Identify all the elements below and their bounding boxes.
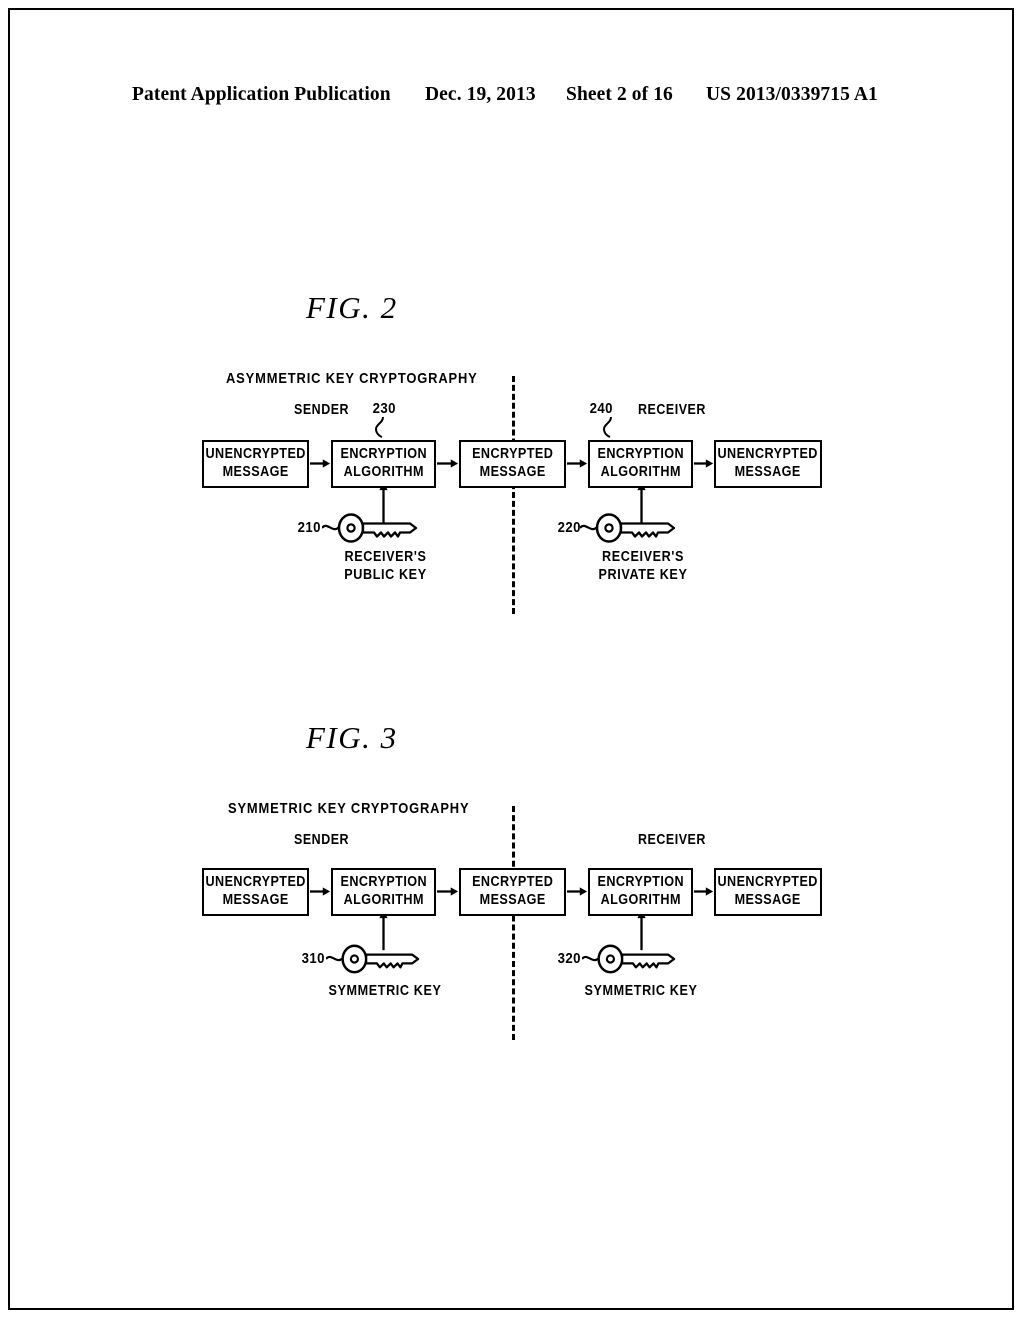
figure-2-ref-240: 240	[589, 400, 613, 417]
figure-2-box-encryption-algorithm-receiver: ENCRYPTION ALGORITHM	[588, 440, 693, 488]
figure-2-arrow-4	[693, 459, 714, 468]
figure-2-box-encryption-algorithm-sender: ENCRYPTION ALGORITHM	[331, 440, 436, 488]
figure-3-box-encryption-algorithm-sender: ENCRYPTION ALGORITHM	[331, 868, 436, 916]
figure-3-caption: FIG. 3	[306, 720, 398, 755]
key-icon-symmetric-key-receiver	[582, 944, 676, 974]
figure-2-ref-210: 210	[297, 519, 321, 536]
figure-2-box-encrypted-message: ENCRYPTED MESSAGE	[459, 440, 566, 488]
publication-date: Dec. 19, 2013	[425, 84, 536, 105]
box-label: UNENCRYPTED MESSAGE	[205, 874, 306, 908]
figure-2-receiver-label: RECEIVER	[638, 402, 706, 418]
figure-3-diagram-title: SYMMETRIC KEY CRYPTOGRAPHY	[228, 800, 470, 817]
figure-2-leader-240	[602, 416, 612, 438]
key-icon-receivers-public-key	[322, 513, 418, 543]
figure-2-sender-label: SENDER	[294, 402, 350, 418]
figure-2-key-caption-sender: RECEIVER'S PUBLIC KEY	[344, 549, 427, 584]
figure-3-arrow-3	[566, 887, 588, 896]
box-label: ENCRYPTED MESSAGE	[471, 446, 554, 480]
figure-3-key-caption-receiver: SYMMETRIC KEY	[584, 983, 698, 999]
figure-3-party-divider	[512, 806, 515, 1040]
figure-2-caption: FIG. 2	[306, 290, 398, 325]
box-label: ENCRYPTED MESSAGE	[471, 874, 554, 908]
publication-number: US 2013/0339715 A1	[706, 84, 878, 105]
figure-3-box-unencrypted-message-receiver: UNENCRYPTED MESSAGE	[714, 868, 822, 916]
figure-3-arrow-1	[309, 887, 331, 896]
publication-header: Patent Application Publication Dec. 19, …	[0, 84, 1024, 110]
figure-3-ref-310: 310	[301, 950, 325, 967]
box-label: ENCRYPTION ALGORITHM	[340, 874, 427, 908]
figure-2-ref-220: 220	[557, 519, 581, 536]
figure-3-key-caption-sender: SYMMETRIC KEY	[328, 983, 442, 999]
key-icon-symmetric-key-sender	[326, 944, 420, 974]
box-label: ENCRYPTION ALGORITHM	[597, 446, 684, 480]
figure-3-ref-320: 320	[557, 950, 581, 967]
box-label: ENCRYPTION ALGORITHM	[340, 446, 427, 480]
page-border	[8, 8, 1014, 1310]
figure-2-box-unencrypted-message-sender: UNENCRYPTED MESSAGE	[202, 440, 309, 488]
key-icon-receivers-private-key	[580, 513, 676, 543]
figure-3-box-encrypted-message: ENCRYPTED MESSAGE	[459, 868, 566, 916]
figure-3-box-unencrypted-message-sender: UNENCRYPTED MESSAGE	[202, 868, 309, 916]
figure-2-arrow-2	[437, 459, 459, 468]
figure-2-leader-230	[374, 416, 384, 438]
figure-3-arrow-4	[693, 887, 714, 896]
figure-3-sender-label: SENDER	[294, 832, 350, 848]
publication-title: Patent Application Publication	[132, 84, 391, 105]
figure-3-box-encryption-algorithm-receiver: ENCRYPTION ALGORITHM	[588, 868, 693, 916]
figure-2-diagram-title: ASYMMETRIC KEY CRYPTOGRAPHY	[226, 370, 478, 387]
box-label: UNENCRYPTED MESSAGE	[717, 874, 819, 908]
figure-2-key-caption-receiver: RECEIVER'S PRIVATE KEY	[598, 549, 688, 584]
figure-3-arrow-2	[437, 887, 459, 896]
figure-2-box-unencrypted-message-receiver: UNENCRYPTED MESSAGE	[714, 440, 822, 488]
figure-2-party-divider	[512, 376, 515, 614]
figure-2-arrow-1	[309, 459, 331, 468]
figure-3-receiver-label: RECEIVER	[638, 832, 706, 848]
box-label: ENCRYPTION ALGORITHM	[597, 874, 684, 908]
figure-2-ref-230: 230	[372, 400, 396, 417]
box-label: UNENCRYPTED MESSAGE	[717, 446, 819, 480]
figure-2-arrow-3	[566, 459, 588, 468]
sheet-number: Sheet 2 of 16	[566, 84, 673, 105]
box-label: UNENCRYPTED MESSAGE	[205, 446, 306, 480]
